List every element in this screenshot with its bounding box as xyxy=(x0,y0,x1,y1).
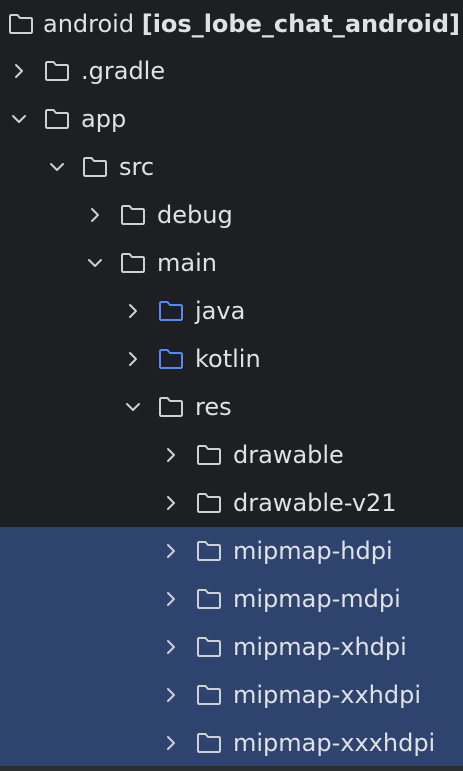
tree-node-label: mipmap-mdpi xyxy=(233,585,401,613)
source-folder-icon xyxy=(156,298,186,324)
folder-icon xyxy=(194,442,224,468)
chevron-right-icon[interactable] xyxy=(161,733,181,753)
folder-icon xyxy=(42,58,72,84)
tree-node-mipmap-xxxhdpi[interactable]: mipmap-xxxhdpi xyxy=(0,719,463,767)
tree-node-debug[interactable]: debug xyxy=(0,191,463,239)
tree-node-label: mipmap-hdpi xyxy=(233,537,393,565)
chevron-down-icon[interactable] xyxy=(85,253,105,273)
scroll-edge xyxy=(0,766,463,771)
tree-node-label: drawable-v21 xyxy=(233,489,397,517)
tree-node-app[interactable]: app xyxy=(0,95,463,143)
tree-node-mipmap-xxhdpi[interactable]: mipmap-xxhdpi xyxy=(0,671,463,719)
chevron-down-icon[interactable] xyxy=(9,109,29,129)
source-folder-icon xyxy=(156,346,186,372)
tree-node-main[interactable]: main xyxy=(0,239,463,287)
chevron-down-icon[interactable] xyxy=(47,157,67,177)
tree-node-mipmap-hdpi[interactable]: mipmap-hdpi xyxy=(0,527,463,575)
folder-icon xyxy=(194,538,224,564)
tree-root-row[interactable]: android [ios_lobe_chat_android] xyxy=(0,0,463,48)
folder-icon xyxy=(194,682,224,708)
chevron-right-icon[interactable] xyxy=(161,541,181,561)
chevron-right-icon[interactable] xyxy=(123,301,143,321)
tree-node-label: debug xyxy=(157,201,233,229)
tree-node-mipmap-mdpi[interactable]: mipmap-mdpi xyxy=(0,575,463,623)
chevron-right-icon[interactable] xyxy=(161,589,181,609)
folder-icon xyxy=(42,106,72,132)
folder-icon xyxy=(80,154,110,180)
folder-icon xyxy=(156,394,186,420)
chevron-right-icon[interactable] xyxy=(161,685,181,705)
folder-icon xyxy=(118,250,148,276)
tree-node-label: .gradle xyxy=(81,57,166,85)
tree-root-label: android [ios_lobe_chat_android] xyxy=(43,0,460,48)
tree-node-kotlin[interactable]: kotlin xyxy=(0,335,463,383)
chevron-right-icon[interactable] xyxy=(161,445,181,465)
tree-node-label: kotlin xyxy=(195,345,261,373)
chevron-right-icon[interactable] xyxy=(9,61,29,81)
tree-node-src[interactable]: src xyxy=(0,143,463,191)
tree-node-label: drawable xyxy=(233,441,344,469)
tree-node-drawable[interactable]: drawable xyxy=(0,431,463,479)
project-tree: android [ios_lobe_chat_android] .gradle a… xyxy=(0,0,463,771)
tree-node-label: mipmap-xxxhdpi xyxy=(233,729,436,757)
root-folder-name: android xyxy=(43,10,135,38)
tree-node-label: java xyxy=(195,297,246,325)
folder-icon xyxy=(194,634,224,660)
chevron-down-icon[interactable] xyxy=(123,397,143,417)
folder-icon xyxy=(6,11,36,37)
tree-node-mipmap-xhdpi[interactable]: mipmap-xhdpi xyxy=(0,623,463,671)
chevron-right-icon[interactable] xyxy=(123,349,143,369)
tree-node-label: main xyxy=(157,249,217,277)
folder-icon xyxy=(118,202,148,228)
tree-node-label: mipmap-xhdpi xyxy=(233,633,407,661)
tree-node-label: src xyxy=(119,153,155,181)
module-name: [ios_lobe_chat_android] xyxy=(141,10,460,38)
chevron-right-icon[interactable] xyxy=(161,493,181,513)
tree-node-res[interactable]: res xyxy=(0,383,463,431)
chevron-right-icon[interactable] xyxy=(161,637,181,657)
folder-icon xyxy=(194,490,224,516)
folder-icon xyxy=(194,586,224,612)
chevron-right-icon[interactable] xyxy=(85,205,105,225)
tree-node-label: res xyxy=(195,393,232,421)
tree-node-label: mipmap-xxhdpi xyxy=(233,681,422,709)
tree-node-drawable-v21[interactable]: drawable-v21 xyxy=(0,479,463,527)
tree-node-java[interactable]: java xyxy=(0,287,463,335)
tree-node-gradle[interactable]: .gradle xyxy=(0,47,463,95)
folder-icon xyxy=(194,730,224,756)
tree-node-label: app xyxy=(81,105,127,133)
